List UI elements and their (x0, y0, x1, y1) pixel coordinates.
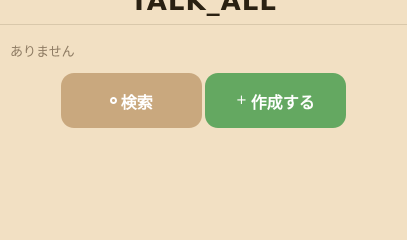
page: TALK_ALL ありません 検索 + 作成する (0, 0, 407, 237)
plus-icon: + (236, 93, 247, 108)
empty-state-message: ありません (10, 45, 75, 60)
create-button[interactable]: + 作成する (205, 73, 346, 128)
create-button-label: 作成する (250, 92, 315, 112)
search-button-label: 検索 (120, 92, 153, 112)
search-button[interactable]: 検索 (61, 73, 202, 128)
header: TALK_ALL (0, 0, 407, 25)
page-title: TALK_ALL (130, 0, 277, 17)
ring-icon (109, 97, 117, 104)
